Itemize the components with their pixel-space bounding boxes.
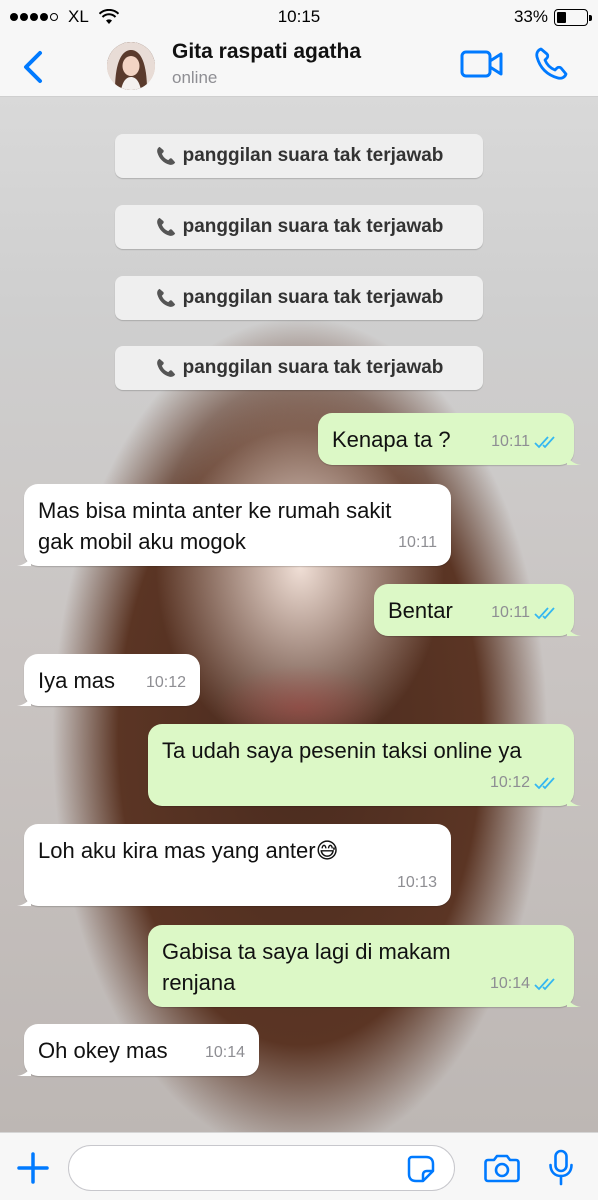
missed-call-notice[interactable]: panggilan suara tak terjawab bbox=[115, 134, 483, 178]
status-bar: XL 10:15 33% bbox=[0, 0, 598, 36]
outgoing-message-bubble[interactable]: Gabisa ta saya lagi di makam renjana 10:… bbox=[148, 925, 581, 1007]
missed-call-label: panggilan suara tak terjawab bbox=[182, 145, 444, 166]
incoming-message-bubble[interactable]: Iya mas 10:12 bbox=[17, 654, 200, 706]
microphone-icon[interactable] bbox=[548, 1149, 574, 1187]
message-time: 10:13 bbox=[396, 874, 437, 891]
message-text: Kenapa ta ? bbox=[332, 427, 451, 452]
contact-name[interactable]: Gita raspati agatha bbox=[172, 40, 361, 64]
message-text: Ta udah saya pesenin taksi online ya bbox=[162, 738, 522, 763]
message-text: Mas bisa minta anter ke rumah sakit gak … bbox=[38, 498, 392, 554]
plus-icon[interactable] bbox=[16, 1151, 50, 1185]
incoming-message-bubble[interactable]: Mas bisa minta anter ke rumah sakit gak … bbox=[17, 484, 451, 566]
battery-percentage: 33% bbox=[513, 7, 548, 26]
back-chevron-icon[interactable] bbox=[18, 49, 48, 85]
incoming-message-bubble[interactable]: Oh okey mas 10:14 bbox=[17, 1024, 259, 1076]
message-time: 10:12 bbox=[489, 774, 530, 791]
message-text: Loh aku kira mas yang anter😅 bbox=[38, 838, 339, 863]
camera-icon[interactable] bbox=[484, 1153, 520, 1183]
read-ticks-icon bbox=[534, 435, 555, 448]
message-meta: 10:11 bbox=[398, 527, 437, 558]
message-meta: 10:14 bbox=[490, 968, 560, 999]
missed-call-notice[interactable]: panggilan suara tak terjawab bbox=[115, 346, 483, 390]
missed-call-label: panggilan suara tak terjawab bbox=[182, 287, 444, 308]
message-text: Oh okey mas bbox=[38, 1038, 168, 1063]
message-meta: 10:12 bbox=[146, 667, 186, 698]
message-input[interactable] bbox=[68, 1145, 455, 1191]
status-right: 33% bbox=[513, 7, 592, 27]
message-time: 10:11 bbox=[491, 604, 530, 621]
missed-call-notice[interactable]: panggilan suara tak terjawab bbox=[115, 276, 483, 320]
message-text: Iya mas bbox=[38, 668, 116, 693]
message-text: Gabisa ta saya lagi di makam renjana bbox=[162, 939, 451, 995]
message-time: 10:11 bbox=[491, 433, 530, 450]
avatar[interactable] bbox=[107, 42, 155, 90]
message-time: 10:14 bbox=[204, 1044, 245, 1061]
read-ticks-icon bbox=[534, 977, 555, 990]
phone-icon bbox=[156, 358, 175, 377]
message-time: 10:12 bbox=[145, 674, 186, 691]
message-meta: 10:12 bbox=[490, 767, 560, 798]
message-meta: 10:14 bbox=[205, 1037, 245, 1068]
phone-icon bbox=[156, 146, 175, 165]
phone-icon bbox=[156, 217, 175, 236]
chat-header: Gita raspati agatha online bbox=[0, 36, 598, 97]
message-meta: 10:11 bbox=[491, 426, 560, 457]
message-time: 10:11 bbox=[398, 534, 437, 551]
voice-call-icon[interactable] bbox=[533, 46, 569, 82]
read-ticks-icon bbox=[534, 606, 555, 619]
phone-icon bbox=[156, 288, 175, 307]
outgoing-message-bubble[interactable]: Bentar 10:11 bbox=[374, 584, 581, 636]
read-ticks-icon bbox=[534, 776, 555, 789]
missed-call-notice[interactable]: panggilan suara tak terjawab bbox=[115, 205, 483, 249]
sticker-icon[interactable] bbox=[407, 1155, 435, 1183]
message-input-bar bbox=[0, 1132, 598, 1200]
missed-call-label: panggilan suara tak terjawab bbox=[182, 357, 444, 378]
status-time: 10:15 bbox=[277, 7, 321, 26]
outgoing-message-bubble[interactable]: Kenapa ta ? 10:11 bbox=[318, 413, 581, 465]
message-meta: 10:11 bbox=[491, 597, 560, 628]
battery-level-fill bbox=[557, 11, 566, 23]
video-call-icon[interactable] bbox=[460, 48, 504, 80]
battery-icon bbox=[554, 8, 592, 26]
outgoing-message-bubble[interactable]: Ta udah saya pesenin taksi online ya 10:… bbox=[148, 724, 581, 806]
message-meta: 10:13 bbox=[397, 867, 437, 898]
incoming-message-bubble[interactable]: Loh aku kira mas yang anter😅 10:13 bbox=[17, 824, 451, 906]
message-text: Bentar bbox=[388, 598, 453, 623]
contact-status: online bbox=[172, 68, 218, 87]
missed-call-label: panggilan suara tak terjawab bbox=[182, 216, 444, 237]
message-time: 10:14 bbox=[489, 975, 530, 992]
